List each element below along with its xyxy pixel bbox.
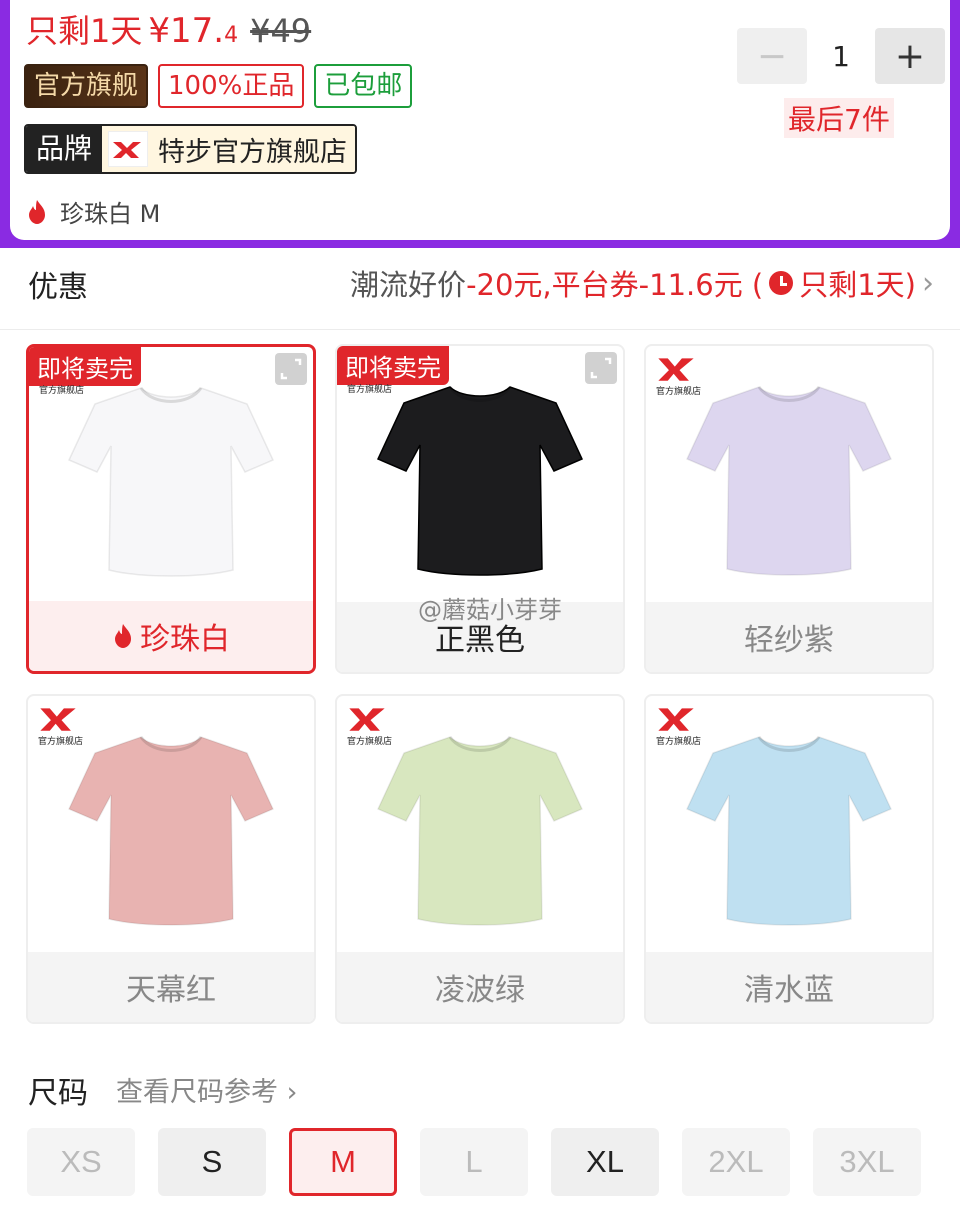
color-name: 珍珠白 bbox=[140, 622, 230, 657]
product-summary-card: 只剩1天 ¥17. 4 ¥49 官方旗舰 100%正品 已包邮 品牌 特步官方旗舰… bbox=[10, 0, 950, 240]
expand-icon[interactable] bbox=[585, 352, 617, 384]
promo-countdown: 只剩1天) bbox=[799, 268, 916, 302]
badge-row: 官方旗舰 100%正品 已包邮 bbox=[24, 64, 413, 108]
selected-variant: 珍珠白 M bbox=[26, 194, 160, 229]
increase-quantity-button[interactable]: + bbox=[875, 28, 945, 84]
color-name: 凌波绿 bbox=[435, 973, 525, 1008]
promotion-detail: 潮流好价 -20元, 平台券-11.6元 ( 只剩1天) › bbox=[350, 262, 934, 304]
xtep-logo-icon bbox=[38, 706, 78, 736]
size-options: XS S M L XL 2XL 3XL bbox=[27, 1128, 921, 1196]
color-name-label: 凌波绿 bbox=[337, 952, 623, 1022]
stock-warning: 最后7件 bbox=[784, 98, 894, 138]
xtep-logo-icon bbox=[108, 131, 149, 167]
color-option-tile[interactable]: 官方旗舰店轻纱紫 bbox=[644, 344, 934, 674]
official-badge: 官方旗舰 bbox=[24, 64, 149, 108]
size-option-l[interactable]: L bbox=[420, 1128, 528, 1196]
size-option-s[interactable]: S bbox=[158, 1128, 266, 1196]
tile-store-text: 官方旗舰店 bbox=[347, 737, 393, 747]
size-option-3xl[interactable]: 3XL bbox=[813, 1128, 921, 1196]
tile-store-text: 官方旗舰店 bbox=[656, 737, 702, 747]
free-shipping-badge: 已包邮 bbox=[314, 64, 413, 108]
selected-variant-text: 珍珠白 M bbox=[60, 200, 161, 228]
alarm-clock-icon bbox=[769, 271, 794, 295]
promo-discount: -20元, bbox=[466, 268, 552, 302]
color-name-label: 轻纱紫 bbox=[646, 602, 932, 672]
flame-icon bbox=[29, 199, 45, 224]
xtep-logo-icon bbox=[656, 706, 696, 736]
selling-out-tag: 即将卖完 bbox=[29, 347, 141, 386]
color-option-tile[interactable]: 官方旗舰店凌波绿 bbox=[335, 694, 625, 1024]
color-name-label: 清水蓝 bbox=[646, 952, 932, 1022]
size-option-2xl[interactable]: 2XL bbox=[682, 1128, 790, 1196]
genuine-badge: 100%正品 bbox=[158, 64, 305, 108]
flame-icon bbox=[115, 624, 131, 648]
color-name-label: 天幕红 bbox=[28, 952, 314, 1022]
tile-store-text: 官方旗舰店 bbox=[39, 386, 85, 396]
color-name-label: 珍珠白 bbox=[29, 601, 313, 671]
color-name: 轻纱紫 bbox=[744, 623, 834, 658]
original-price: ¥49 bbox=[250, 12, 312, 50]
price-line: 只剩1天 ¥17. 4 ¥49 bbox=[26, 6, 311, 52]
selling-out-tag: 即将卖完 bbox=[337, 346, 449, 385]
tile-store-text: 官方旗舰店 bbox=[656, 387, 702, 397]
countdown-label: 只剩1天 bbox=[26, 12, 143, 50]
expand-icon[interactable] bbox=[275, 353, 307, 385]
tile-store-text: 官方旗舰店 bbox=[347, 385, 393, 395]
size-option-m[interactable]: M bbox=[289, 1128, 397, 1196]
color-option-tile[interactable]: 官方旗舰店清水蓝 bbox=[644, 694, 934, 1024]
brand-label: 品牌 bbox=[26, 126, 103, 172]
xtep-logo-icon bbox=[347, 706, 387, 736]
promo-coupon: 平台券-11.6元 ( bbox=[551, 268, 764, 302]
watermark: @蘑菇小芽芽 bbox=[418, 596, 562, 624]
tile-store-text: 官方旗舰店 bbox=[38, 737, 84, 747]
top-card-border: 只剩1天 ¥17. 4 ¥49 官方旗舰 100%正品 已包邮 品牌 特步官方旗舰… bbox=[0, 0, 960, 248]
brand-store: 特步官方旗舰店 bbox=[102, 126, 356, 172]
size-title: 尺码 bbox=[28, 1076, 88, 1111]
promotion-row[interactable]: 优惠 潮流好价 -20元, 平台券-11.6元 ( 只剩1天) › bbox=[0, 248, 960, 330]
current-price: ¥17. bbox=[148, 11, 225, 51]
decrease-quantity-button[interactable]: − bbox=[737, 28, 807, 84]
size-guide-link[interactable]: 查看尺码参考 › bbox=[116, 1070, 297, 1109]
promotion-label: 优惠 bbox=[28, 270, 88, 305]
color-options-grid: 即将卖完 官方旗舰店 珍珠白 即将卖完 官方旗舰店 正黑色 官方旗舰店 轻纱紫 官方旗舰店 天幕红… bbox=[26, 344, 934, 1024]
brand-store-link[interactable]: 品牌 特步官方旗舰店 bbox=[24, 124, 358, 174]
color-option-tile[interactable]: 官方旗舰店天幕红 bbox=[26, 694, 316, 1024]
current-price-decimal: 4 bbox=[224, 23, 239, 48]
size-option-xs[interactable]: XS bbox=[27, 1128, 135, 1196]
size-option-xl[interactable]: XL bbox=[551, 1128, 659, 1196]
store-name: 特步官方旗舰店 bbox=[158, 136, 348, 168]
color-option-tile[interactable]: 即将卖完 官方旗舰店珍珠白 bbox=[26, 344, 316, 674]
color-name: 清水蓝 bbox=[744, 973, 834, 1008]
quantity-stepper: − 1 + bbox=[737, 28, 945, 84]
color-name: 天幕红 bbox=[126, 973, 216, 1008]
quantity-value[interactable]: 1 bbox=[807, 40, 875, 73]
chevron-right-icon: › bbox=[922, 265, 934, 301]
xtep-logo-icon bbox=[656, 356, 696, 386]
promo-part-1: 潮流好价 bbox=[350, 268, 467, 302]
